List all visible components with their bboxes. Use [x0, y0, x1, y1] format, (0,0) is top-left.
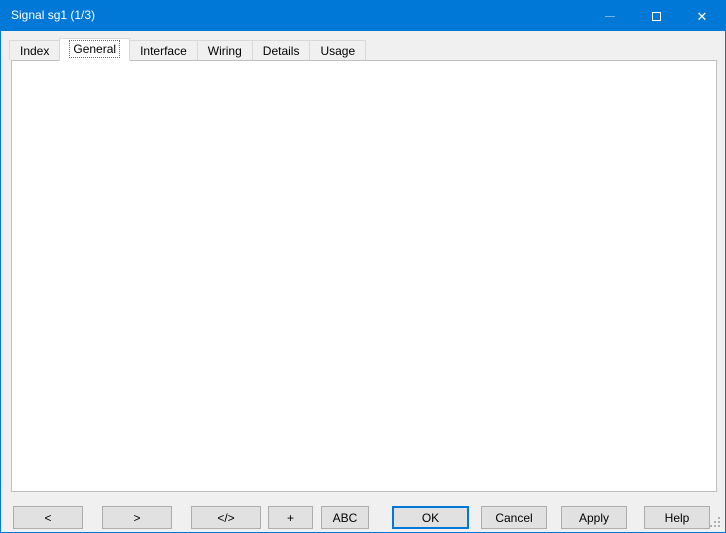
- ok-button[interactable]: OK: [392, 506, 469, 529]
- cancel-button[interactable]: Cancel: [481, 506, 547, 529]
- resize-grip-icon[interactable]: [718, 525, 720, 527]
- general-tab-page: [11, 60, 717, 492]
- maximize-button[interactable]: [633, 1, 679, 31]
- minimize-icon: [605, 16, 615, 17]
- titlebar[interactable]: Signal sg1 (1/3) ✕: [1, 1, 725, 31]
- code-view-button[interactable]: </>: [191, 506, 261, 529]
- nav-next-button[interactable]: >: [102, 506, 172, 529]
- dialog-window: Signal sg1 (1/3) ✕ Index General Interfa…: [0, 0, 726, 533]
- tab-bar: Index General Interface Wiring Details U…: [9, 38, 366, 61]
- tab-usage[interactable]: Usage: [309, 40, 366, 60]
- tab-index[interactable]: Index: [9, 40, 60, 60]
- apply-button[interactable]: Apply: [561, 506, 627, 529]
- close-button[interactable]: ✕: [679, 1, 725, 31]
- help-button[interactable]: Help: [644, 506, 710, 529]
- add-button[interactable]: +: [268, 506, 313, 529]
- caption-buttons: ✕: [587, 1, 725, 31]
- tab-details[interactable]: Details: [252, 40, 311, 60]
- tab-general-label: General: [70, 41, 119, 57]
- close-icon: ✕: [697, 10, 708, 23]
- nav-prev-button[interactable]: <: [13, 506, 83, 529]
- tab-general[interactable]: General: [59, 38, 130, 61]
- abc-button[interactable]: ABC: [321, 506, 369, 529]
- window-title: Signal sg1 (1/3): [11, 8, 95, 22]
- tab-interface[interactable]: Interface: [129, 40, 198, 60]
- tab-wiring[interactable]: Wiring: [197, 40, 253, 60]
- minimize-button[interactable]: [587, 1, 633, 31]
- maximize-icon: [652, 12, 661, 21]
